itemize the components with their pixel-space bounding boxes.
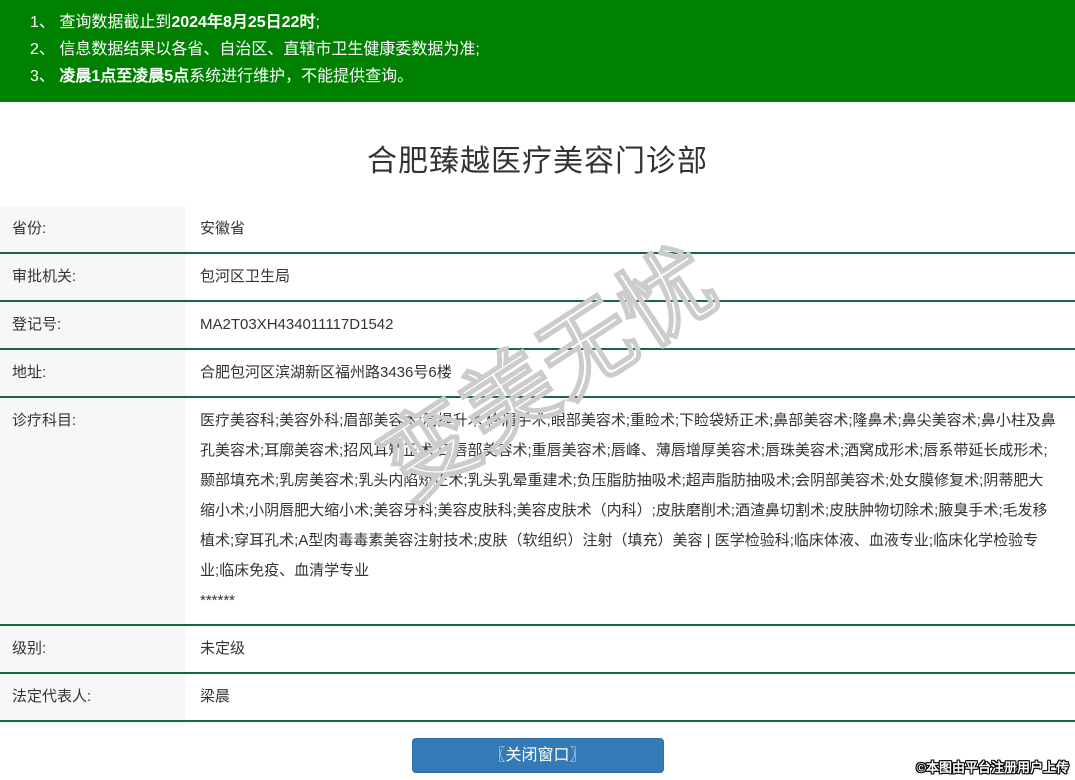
row-value: 梁晨 [185,674,1075,720]
upload-copyright-stamp: ©本图由平台注册用户上传 [916,757,1069,776]
table-row-registration-number: 登记号: MA2T03XH434011117D1542 [0,302,1075,350]
page-title: 合肥臻越医疗美容门诊部 [0,136,1075,180]
table-row-address: 地址: 合肥包河区滨湖新区福州路3436号6楼 [0,350,1075,398]
row-value: 合肥包河区滨湖新区福州路3436号6楼 [185,350,1075,396]
notice-2-text: 2、 信息数据结果以各省、自治区、直辖市卫生健康委数据为准; [30,41,480,58]
table-row-approval-authority: 审批机关: 包河区卫生局 [0,254,1075,302]
close-window-button[interactable]: 〖关闭窗口〗 [412,738,664,773]
notice-3-suffix: 系统进行维护，不能提供查询。 [189,68,413,85]
row-value: 包河区卫生局 [185,254,1075,300]
table-row-treatment-subjects: 诊疗科目: 医疗美容科;美容外科;眉部美容术;眉提升术;修眉手术;眼部美容术;重… [0,398,1075,626]
row-label: 省份: [0,206,185,252]
row-label: 地址: [0,350,185,396]
notice-1-bold: 2024年8月25日22时 [171,14,315,31]
row-label: 级别: [0,626,185,672]
row-label: 法定代表人: [0,674,185,720]
institution-info-table: 省份: 安徽省 审批机关: 包河区卫生局 登记号: MA2T03XH434011… [0,206,1075,770]
row-label: 登记号: [0,302,185,348]
row-value: MA2T03XH434011117D1542 [185,302,1075,348]
notice-line-3: 3、 凌晨1点至凌晨5点系统进行维护，不能提供查询。 [30,63,1065,90]
row-label: 审批机关: [0,254,185,300]
table-row-legal-representative: 法定代表人: 梁晨 [0,674,1075,722]
notice-3-text: 3、 [30,68,59,85]
treatment-subjects-text: 医疗美容科;美容外科;眉部美容术;眉提升术;修眉手术;眼部美容术;重睑术;下睑袋… [200,412,1056,579]
row-value: 医疗美容科;美容外科;眉部美容术;眉提升术;修眉手术;眼部美容术;重睑术;下睑袋… [185,398,1075,624]
row-value: 未定级 [185,626,1075,672]
notice-1-text: 1、 查询数据截止到 [30,14,171,31]
notice-line-1: 1、 查询数据截止到2024年8月25日22时; [30,9,1065,36]
row-label: 诊疗科目: [0,398,185,624]
table-row-level: 级别: 未定级 [0,626,1075,674]
treatment-subjects-stars: ****** [200,586,1057,616]
notice-line-2: 2、 信息数据结果以各省、自治区、直辖市卫生健康委数据为准; [30,36,1065,63]
bottom-bar: 〖关闭窗口〗 [0,725,1075,780]
notice-header: 1、 查询数据截止到2024年8月25日22时; 2、 信息数据结果以各省、自治… [0,0,1075,102]
notice-1-suffix: ; [315,14,319,31]
row-value: 安徽省 [185,206,1075,252]
notice-3-bold: 凌晨1点至凌晨5点 [59,68,189,85]
table-row-province: 省份: 安徽省 [0,206,1075,254]
